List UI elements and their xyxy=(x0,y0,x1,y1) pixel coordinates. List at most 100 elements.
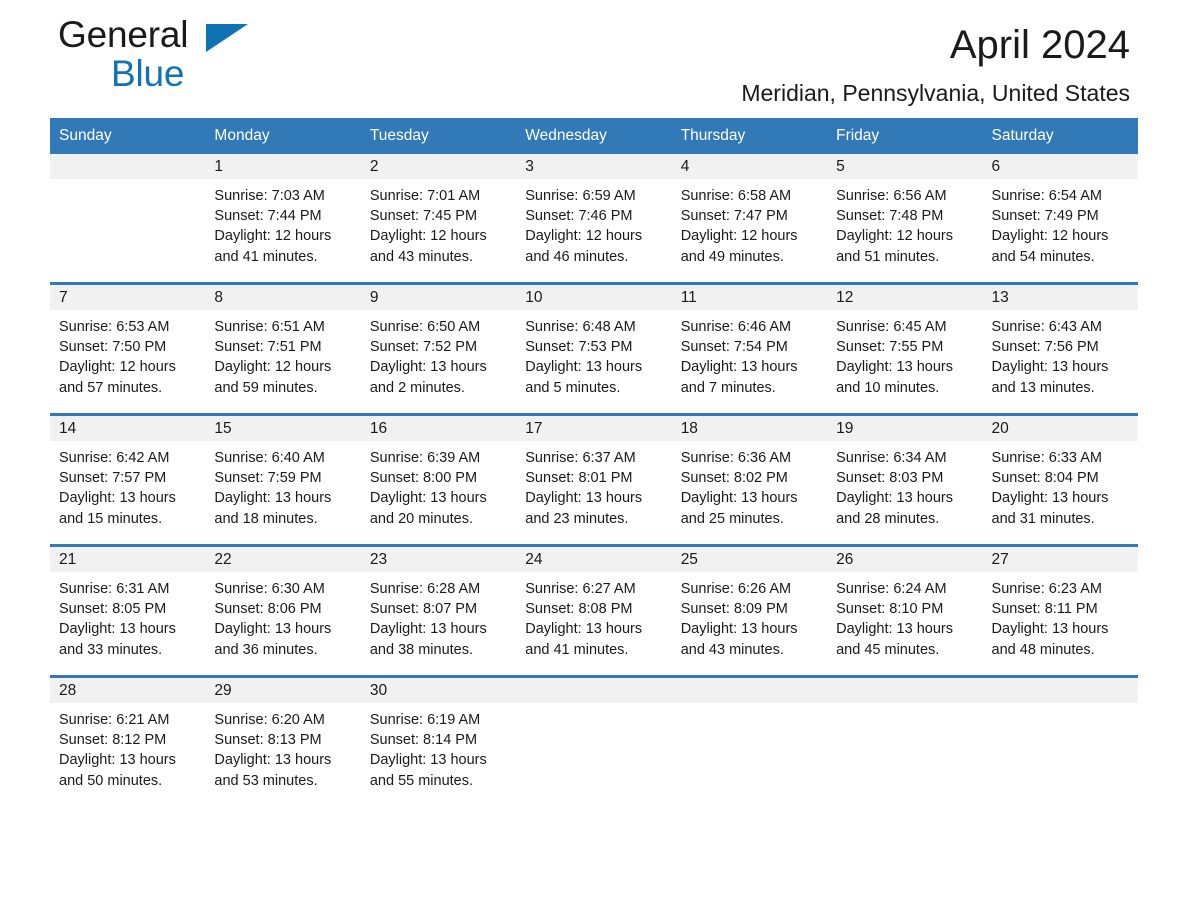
sunrise-time: Sunrise: 6:33 AM xyxy=(991,450,1102,466)
daylight-duration-line1: Daylight: 13 hours xyxy=(369,621,487,638)
calendar-day-cell[interactable]: 24 Sunrise: 6:27 AM Sunset: 8:08 PM Dayligh… xyxy=(516,544,672,677)
day-number xyxy=(50,154,206,179)
calendar-page: General Blue April 2024 Meridian, Pennsy… xyxy=(0,0,1188,918)
page-title: April 2024 xyxy=(949,23,1130,67)
day-cell-inner: 18 Sunrise: 6:36 AM Sunset: 8:02 PM Dayligh… xyxy=(671,416,828,544)
calendar-day-cell[interactable]: 26 Sunrise: 6:24 AM Sunset: 8:10 PM Dayligh… xyxy=(827,544,983,677)
day-number: 30 xyxy=(360,678,517,703)
calendar-day-cell[interactable]: 25 Sunrise: 6:26 AM Sunset: 8:09 PM Dayligh… xyxy=(671,544,828,677)
daylight-duration-line2: and 36 minutes. xyxy=(214,641,318,658)
sunset-time: Sunset: 8:01 PM xyxy=(525,470,633,487)
logo-text-blue: Blue xyxy=(111,53,185,94)
sunset-time: Sunset: 7:46 PM xyxy=(525,208,633,225)
day-details: Sunrise: 6:40 AM Sunset: 7:59 PM Daylight:… xyxy=(205,441,360,529)
calendar-day-cell[interactable]: 20 Sunrise: 6:33 AM Sunset: 8:04 PM Dayligh… xyxy=(982,413,1138,546)
day-cell-inner: 13 Sunrise: 6:43 AM Sunset: 7:56 PM Dayligh… xyxy=(982,285,1138,413)
daylight-duration-line2: and 18 minutes. xyxy=(214,510,318,527)
calendar-day-cell[interactable]: 12 Sunrise: 6:45 AM Sunset: 7:55 PM Dayligh… xyxy=(827,282,983,415)
calendar-day-cell[interactable]: 13 Sunrise: 6:43 AM Sunset: 7:56 PM Dayligh… xyxy=(982,282,1138,415)
calendar-day-cell[interactable]: 6 Sunrise: 6:54 AM Sunset: 7:49 PM Daylight… xyxy=(982,154,1138,284)
daylight-duration-line2: and 25 minutes. xyxy=(680,510,784,527)
sunrise-time: Sunrise: 6:24 AM xyxy=(836,581,947,597)
weekday-header-sunday: Sunday xyxy=(50,118,206,154)
day-number xyxy=(671,678,828,703)
calendar-day-cell[interactable]: 14 Sunrise: 6:42 AM Sunset: 7:57 PM Dayligh… xyxy=(50,413,206,546)
calendar-day-cell[interactable]: 2 Sunrise: 7:01 AM Sunset: 7:45 PM Daylight… xyxy=(360,154,517,284)
calendar-day-cell[interactable]: 1 Sunrise: 7:03 AM Sunset: 7:44 PM Daylight… xyxy=(205,154,361,284)
daylight-duration-line1: Daylight: 13 hours xyxy=(214,752,332,769)
weekday-header-wednesday: Wednesday xyxy=(516,118,672,154)
calendar-day-cell[interactable]: 17 Sunrise: 6:37 AM Sunset: 8:01 PM Dayligh… xyxy=(516,413,672,546)
calendar-day-cell[interactable]: 9 Sunrise: 6:50 AM Sunset: 7:52 PM Daylight… xyxy=(360,282,517,415)
day-number: 7 xyxy=(50,285,206,310)
calendar-cell-empty xyxy=(50,154,206,284)
sunset-time: Sunset: 8:00 PM xyxy=(369,470,478,487)
sunset-time: Sunset: 7:56 PM xyxy=(991,339,1099,356)
sunrise-time: Sunrise: 6:26 AM xyxy=(680,581,792,597)
sunrise-time: Sunrise: 6:21 AM xyxy=(59,712,170,728)
sunset-time: Sunset: 7:52 PM xyxy=(369,339,478,356)
day-number: 2 xyxy=(360,154,517,179)
calendar-day-cell[interactable]: 30 Sunrise: 6:19 AM Sunset: 8:14 PM Dayligh… xyxy=(360,675,517,806)
daylight-duration-line1: Daylight: 13 hours xyxy=(680,359,798,376)
daylight-duration-line2: and 2 minutes. xyxy=(369,379,465,396)
weekday-header-thursday: Thursday xyxy=(671,118,828,154)
calendar-cell-empty xyxy=(982,675,1138,806)
daylight-duration-line2: and 13 minutes. xyxy=(991,379,1095,396)
calendar-cell-empty xyxy=(671,675,828,806)
calendar-day-cell[interactable]: 8 Sunrise: 6:51 AM Sunset: 7:51 PM Daylight… xyxy=(205,282,361,415)
day-details: Sunrise: 6:59 AM Sunset: 7:46 PM Daylight:… xyxy=(516,179,671,267)
sunset-time: Sunset: 7:59 PM xyxy=(214,470,322,487)
calendar-day-cell[interactable]: 3 Sunrise: 6:59 AM Sunset: 7:46 PM Daylight… xyxy=(516,154,672,284)
calendar-week-row: 14 Sunrise: 6:42 AM Sunset: 7:57 PM Dayligh… xyxy=(50,413,1138,546)
daylight-duration-line2: and 23 minutes. xyxy=(525,510,629,527)
sunrise-time: Sunrise: 6:43 AM xyxy=(991,319,1102,335)
calendar-day-cell[interactable]: 29 Sunrise: 6:20 AM Sunset: 8:13 PM Dayligh… xyxy=(205,675,361,806)
calendar-day-cell[interactable]: 11 Sunrise: 6:46 AM Sunset: 7:54 PM Dayligh… xyxy=(671,282,828,415)
calendar-day-cell[interactable]: 18 Sunrise: 6:36 AM Sunset: 8:02 PM Dayligh… xyxy=(671,413,828,546)
day-cell-inner: 1 Sunrise: 7:03 AM Sunset: 7:44 PM Daylight… xyxy=(205,154,361,282)
sunset-time: Sunset: 8:03 PM xyxy=(836,470,944,487)
calendar-day-cell[interactable]: 22 Sunrise: 6:30 AM Sunset: 8:06 PM Dayligh… xyxy=(205,544,361,677)
day-number: 28 xyxy=(50,678,206,703)
calendar-day-cell[interactable]: 23 Sunrise: 6:28 AM Sunset: 8:07 PM Dayligh… xyxy=(360,544,517,677)
sunrise-time: Sunrise: 6:39 AM xyxy=(369,450,481,466)
day-number: 23 xyxy=(360,547,517,572)
daylight-duration-line1: Daylight: 13 hours xyxy=(991,359,1109,376)
calendar-day-cell[interactable]: 5 Sunrise: 6:56 AM Sunset: 7:48 PM Daylight… xyxy=(827,154,983,284)
daylight-duration-line1: Daylight: 13 hours xyxy=(59,490,176,507)
calendar-day-cell[interactable]: 28 Sunrise: 6:21 AM Sunset: 8:12 PM Dayligh… xyxy=(50,675,206,806)
sunrise-time: Sunrise: 7:01 AM xyxy=(369,188,481,204)
daylight-duration-line1: Daylight: 13 hours xyxy=(525,359,643,376)
calendar-day-cell[interactable]: 19 Sunrise: 6:34 AM Sunset: 8:03 PM Dayligh… xyxy=(827,413,983,546)
calendar-week-row: 1 Sunrise: 7:03 AM Sunset: 7:44 PM Daylight… xyxy=(50,154,1138,284)
daylight-duration-line2: and 51 minutes. xyxy=(836,248,940,265)
logo-text-general: General xyxy=(58,16,358,53)
calendar-day-cell[interactable]: 16 Sunrise: 6:39 AM Sunset: 8:00 PM Dayligh… xyxy=(360,413,517,546)
daylight-duration-line2: and 45 minutes. xyxy=(836,641,940,658)
calendar-day-cell[interactable]: 4 Sunrise: 6:58 AM Sunset: 7:47 PM Daylight… xyxy=(671,154,828,284)
calendar-day-cell[interactable]: 10 Sunrise: 6:48 AM Sunset: 7:53 PM Dayligh… xyxy=(516,282,672,415)
day-details: Sunrise: 6:20 AM Sunset: 8:13 PM Daylight:… xyxy=(205,703,360,791)
day-details: Sunrise: 6:53 AM Sunset: 7:50 PM Daylight:… xyxy=(50,310,205,398)
calendar-day-cell[interactable]: 21 Sunrise: 6:31 AM Sunset: 8:05 PM Dayligh… xyxy=(50,544,206,677)
day-details: Sunrise: 6:54 AM Sunset: 7:49 PM Daylight:… xyxy=(983,179,1138,267)
sunset-time: Sunset: 7:53 PM xyxy=(525,339,633,356)
day-cell-inner: 22 Sunrise: 6:30 AM Sunset: 8:06 PM Dayligh… xyxy=(205,547,361,675)
weekday-header-friday: Friday xyxy=(827,118,983,154)
general-blue-logo[interactable]: General Blue xyxy=(58,16,358,102)
day-number: 5 xyxy=(827,154,983,179)
calendar-day-cell[interactable]: 15 Sunrise: 6:40 AM Sunset: 7:59 PM Dayligh… xyxy=(205,413,361,546)
day-cell-inner: 14 Sunrise: 6:42 AM Sunset: 7:57 PM Dayligh… xyxy=(50,416,206,544)
day-cell-inner: 11 Sunrise: 6:46 AM Sunset: 7:54 PM Dayligh… xyxy=(671,285,828,413)
calendar-day-cell[interactable]: 7 Sunrise: 6:53 AM Sunset: 7:50 PM Daylight… xyxy=(50,282,206,415)
day-number: 29 xyxy=(205,678,361,703)
calendar-day-cell[interactable]: 27 Sunrise: 6:23 AM Sunset: 8:11 PM Dayligh… xyxy=(982,544,1138,677)
day-cell-inner: 9 Sunrise: 6:50 AM Sunset: 7:52 PM Daylight… xyxy=(360,285,517,413)
daylight-duration-line1: Daylight: 12 hours xyxy=(991,228,1109,245)
day-number: 24 xyxy=(516,547,672,572)
daylight-duration-line1: Daylight: 13 hours xyxy=(836,359,953,376)
day-details: Sunrise: 6:33 AM Sunset: 8:04 PM Daylight:… xyxy=(983,441,1138,529)
day-cell-inner: 10 Sunrise: 6:48 AM Sunset: 7:53 PM Dayligh… xyxy=(516,285,672,413)
day-details: Sunrise: 6:24 AM Sunset: 8:10 PM Daylight:… xyxy=(827,572,982,660)
